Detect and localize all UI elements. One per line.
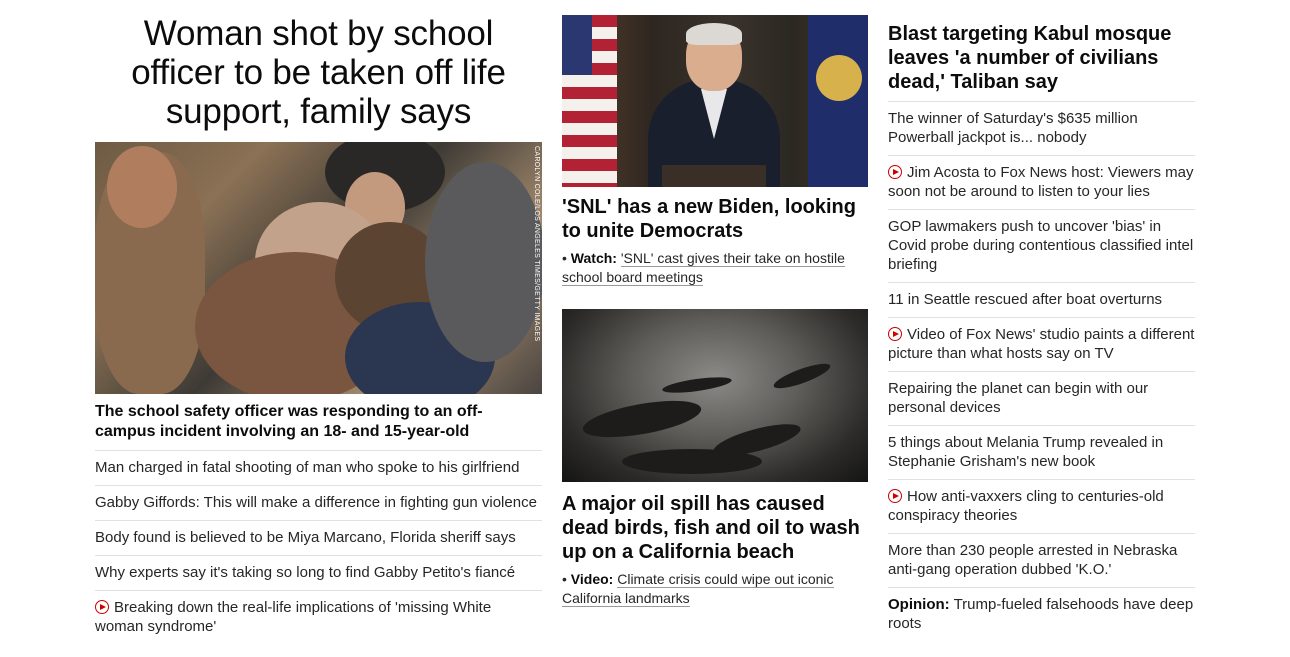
snl-headline[interactable]: 'SNL' has a new Biden, looking to unite … <box>562 195 868 243</box>
lead-caption[interactable]: The school safety officer was responding… <box>95 394 542 451</box>
right-headline-list: The winner of Saturday's $635 million Po… <box>888 102 1195 641</box>
hero-image[interactable]: CAROLYN COLE/LOS ANGELES TIMES/GETTY IMA… <box>95 142 542 394</box>
play-circle-icon <box>888 327 902 341</box>
list-item[interactable]: Man charged in fatal shooting of man who… <box>95 451 542 486</box>
oil-spill-headline[interactable]: A major oil spill has caused dead birds,… <box>562 492 868 564</box>
left-headline-list: Man charged in fatal shooting of man who… <box>95 451 542 644</box>
list-item[interactable]: Gabby Giffords: This will make a differe… <box>95 486 542 521</box>
list-item[interactable]: Breaking down the real-life implications… <box>95 591 542 644</box>
presidential-flag <box>808 15 868 187</box>
list-item[interactable]: Jim Acosta to Fox News host: Viewers may… <box>888 156 1195 210</box>
opinion-item[interactable]: Opinion: Trump-fueled falsehoods have de… <box>888 588 1195 641</box>
snl-sublink[interactable]: • Watch: 'SNL' cast gives their take on … <box>562 249 868 287</box>
play-circle-icon <box>95 600 109 614</box>
play-circle-icon <box>888 489 902 503</box>
banner-headline[interactable]: Woman shot by school officer to be taken… <box>95 0 542 142</box>
oil-spill-image[interactable] <box>562 309 868 482</box>
list-item[interactable]: How anti-vaxxers cling to centuries-old … <box>888 480 1195 534</box>
banner-headline-link[interactable]: Woman shot by school officer to be taken… <box>131 14 506 131</box>
list-item[interactable]: More than 230 people arrested in Nebrask… <box>888 534 1195 588</box>
list-item[interactable]: Repairing the planet can begin with our … <box>888 372 1195 426</box>
list-item[interactable]: 5 things about Melania Trump revealed in… <box>888 426 1195 480</box>
kabul-headline[interactable]: Blast targeting Kabul mosque leaves 'a n… <box>888 0 1195 102</box>
left-column: Woman shot by school officer to be taken… <box>95 0 542 644</box>
play-circle-icon <box>888 165 902 179</box>
right-column: Blast targeting Kabul mosque leaves 'a n… <box>888 0 1195 641</box>
oil-spill-sublink[interactable]: • Video: Climate crisis could wipe out i… <box>562 570 868 608</box>
photo-credit: CAROLYN COLE/LOS ANGELES TIMES/GETTY IMA… <box>533 146 540 342</box>
list-item[interactable]: Video of Fox News' studio paints a diffe… <box>888 318 1195 372</box>
list-item[interactable]: Body found is believed to be Miya Marcan… <box>95 521 542 556</box>
us-flag <box>562 15 617 187</box>
snl-biden-image[interactable] <box>562 15 868 187</box>
middle-column: 'SNL' has a new Biden, looking to unite … <box>562 0 868 608</box>
list-item[interactable]: Why experts say it's taking so long to f… <box>95 556 542 591</box>
list-item[interactable]: GOP lawmakers push to uncover 'bias' in … <box>888 210 1195 283</box>
list-item[interactable]: 11 in Seattle rescued after boat overtur… <box>888 283 1195 318</box>
list-item[interactable]: The winner of Saturday's $635 million Po… <box>888 102 1195 156</box>
